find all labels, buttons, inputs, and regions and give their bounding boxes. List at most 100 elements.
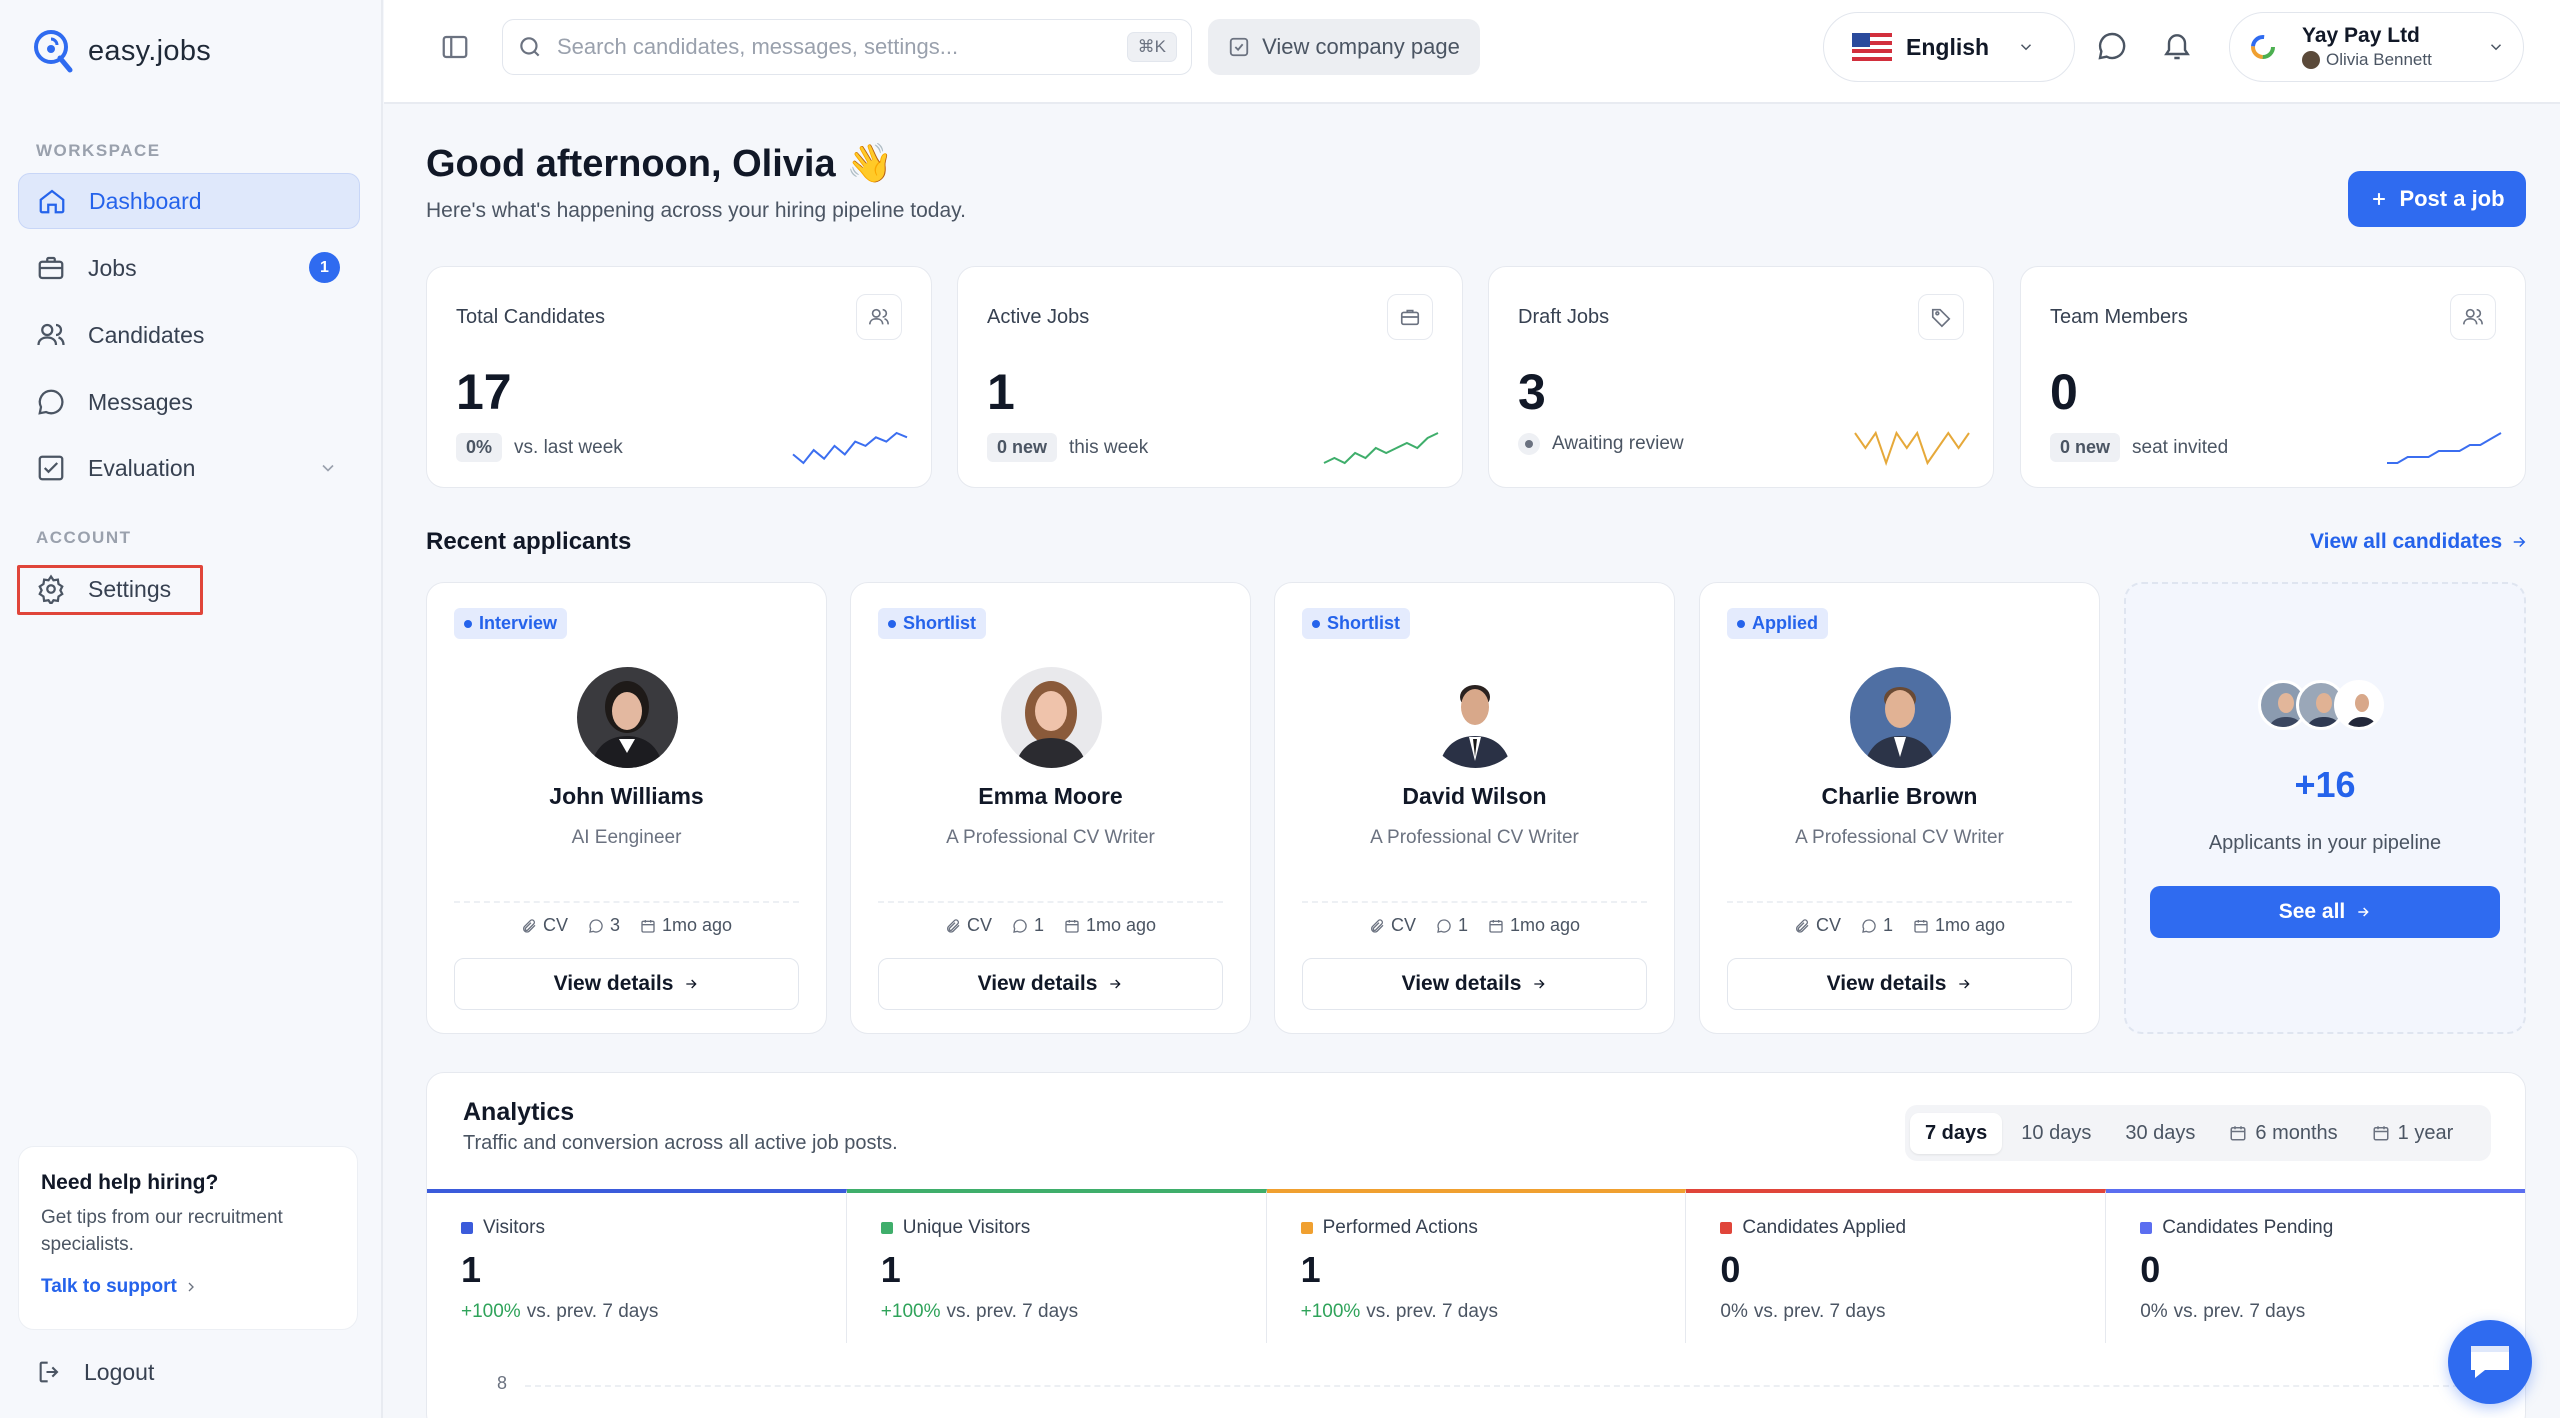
comment-icon [1437, 918, 1451, 933]
users-icon [37, 323, 65, 346]
chevron-right-icon [188, 1282, 194, 1292]
profile-menu[interactable]: Yay Pay Ltd Olivia Bennett [2229, 12, 2524, 82]
settings-highlight-box [17, 565, 203, 615]
analytics-panel: Analytics Traffic and conversion across … [426, 1072, 2526, 1418]
comment-icon [589, 918, 603, 933]
paperclip-icon [1371, 918, 1384, 933]
range-30-days[interactable]: 30 days [2110, 1113, 2210, 1154]
search-input[interactable] [557, 34, 1127, 60]
stat-card-draft-jobs: Draft Jobs 3 Awaiting review [1488, 266, 1994, 488]
applicant-name: Charlie Brown [1821, 783, 1978, 809]
sidebar-item-dashboard[interactable]: Dashboard [18, 173, 360, 229]
stat-note: vs. last week [514, 436, 623, 458]
metric-note: vs. prev. 7 days [1366, 1301, 1498, 1322]
recent-applicants-title: Recent applicants [426, 528, 632, 555]
stat-foot: Awaiting review [1518, 433, 1684, 455]
comment-count: 1 [1033, 915, 1044, 935]
stat-pill: 0 new [987, 433, 1058, 462]
calendar-icon [1914, 919, 1928, 933]
sidebar-toggle-icon[interactable] [440, 32, 470, 62]
view-details-button[interactable]: View details [878, 958, 1223, 1010]
logout-icon [39, 1361, 59, 1383]
logout-button[interactable]: Logout [36, 1358, 154, 1386]
talk-to-support-link[interactable]: Talk to support [41, 1276, 335, 1298]
legend-swatch [1300, 1222, 1313, 1234]
stat-label: Team Members [2050, 306, 2188, 328]
sidebar-item-label: Jobs [88, 254, 137, 281]
applied-time: 1mo ago [1085, 915, 1157, 935]
metric-value: 1 [1300, 1249, 1321, 1290]
chevron-down-icon [2021, 44, 2032, 51]
account-section-title: ACCOUNT [36, 528, 132, 547]
stat-pill: 0 new [2050, 433, 2121, 462]
sidebar-item-candidates[interactable]: Candidates [18, 307, 360, 363]
status-dot [1518, 433, 1540, 455]
brand-logo[interactable]: easy.jobs [32, 28, 211, 74]
sidebar-item-evaluation[interactable]: Evaluation [18, 440, 360, 496]
sidebar-item-messages[interactable]: Messages [18, 374, 360, 430]
stat-card-total-candidates: Total Candidates 17 0% vs. last week [426, 266, 932, 488]
chat-bubble-icon [2471, 1346, 2509, 1378]
logout-label: Logout [84, 1358, 155, 1385]
view-details-button[interactable]: View details [1302, 958, 1647, 1010]
sparkline-path [2387, 432, 2502, 464]
range-6-months[interactable]: 6 months [2214, 1113, 2352, 1154]
checklist-icon [38, 455, 64, 481]
greeting-subtitle: Here's what's happening across your hiri… [426, 199, 966, 222]
sidebar-item-label: Messages [88, 388, 193, 415]
view-all-label: View all candidates [2310, 530, 2503, 553]
chart-gridline [525, 1385, 2489, 1387]
chat-icon[interactable] [2096, 30, 2128, 62]
stat-value: 1 [987, 364, 1015, 420]
range-10-days[interactable]: 10 days [2006, 1113, 2106, 1154]
applicant-card: Shortlist David Wilson A Professional CV… [1274, 582, 1675, 1034]
stat-note: seat invited [2132, 436, 2229, 458]
arrow-right-icon [1110, 979, 1122, 989]
metric-label: Candidates Applied [1742, 1217, 1907, 1238]
metric-note: vs. prev. 7 days [526, 1301, 659, 1322]
stat-label: Total Candidates [456, 306, 605, 328]
sidebar-item-label: Candidates [88, 321, 205, 348]
range-1-year[interactable]: 1 year [2357, 1113, 2469, 1154]
stat-label: Draft Jobs [1518, 306, 1610, 328]
divider [454, 901, 799, 903]
stat-label: Active Jobs [987, 306, 1090, 328]
metric-change: 0% [1720, 1301, 1748, 1322]
language-selector[interactable]: English [1823, 12, 2075, 82]
calendar-icon [2373, 1126, 2389, 1141]
metric-visitors: Visitors 1 +100% vs. prev. 7 days [427, 1189, 847, 1343]
brand-name: easy.jobs [88, 34, 212, 67]
status-badge: Shortlist [1302, 608, 1411, 639]
applicant-meta: CV 1 1mo ago [1700, 915, 2099, 936]
metric-candidates-pending: Candidates Pending 0 0% vs. prev. 7 days [2106, 1189, 2525, 1343]
range-7-days[interactable]: 7 days [1910, 1112, 2003, 1154]
range-selector: 7 days 10 days 30 days 6 months 1 year [1905, 1105, 2491, 1161]
post-job-button[interactable]: Post a job [2348, 171, 2526, 227]
analytics-title: Analytics [463, 1098, 575, 1126]
range-label: 30 days [2125, 1121, 2196, 1144]
user-avatar [2302, 51, 2320, 69]
metric-label: Performed Actions [1322, 1217, 1478, 1238]
sidebar-item-jobs[interactable]: Jobs 1 [18, 240, 360, 296]
stat-value: 0 [2050, 364, 2078, 420]
view-details-button[interactable]: View details [1727, 958, 2072, 1010]
profile-company-name: Yay Pay Ltd [2302, 24, 2420, 47]
more-applicants-label: Applicants in your pipeline [2208, 832, 2442, 854]
jobs-count-badge: 1 [309, 252, 340, 283]
status-label: Interview [479, 613, 558, 633]
view-company-page-button[interactable]: View company page [1208, 19, 1480, 75]
see-all-button[interactable]: See all [2150, 886, 2500, 938]
briefcase-icon [38, 256, 64, 280]
search-icon [520, 37, 540, 57]
live-chat-button[interactable] [2448, 1320, 2532, 1404]
metric-change: +100% [880, 1301, 941, 1322]
metric-value: 0 [1720, 1249, 1741, 1290]
notification-bell-icon[interactable] [2161, 30, 2193, 62]
view-all-candidates-link[interactable]: View all candidates [2310, 530, 2528, 554]
view-details-button[interactable]: View details [454, 958, 799, 1010]
arrow-right-icon [2358, 907, 2369, 917]
home-icon [39, 189, 65, 214]
y-axis-tick: 8 [497, 1373, 508, 1393]
paperclip-icon [523, 918, 536, 933]
arrow-right-icon [1534, 979, 1546, 989]
